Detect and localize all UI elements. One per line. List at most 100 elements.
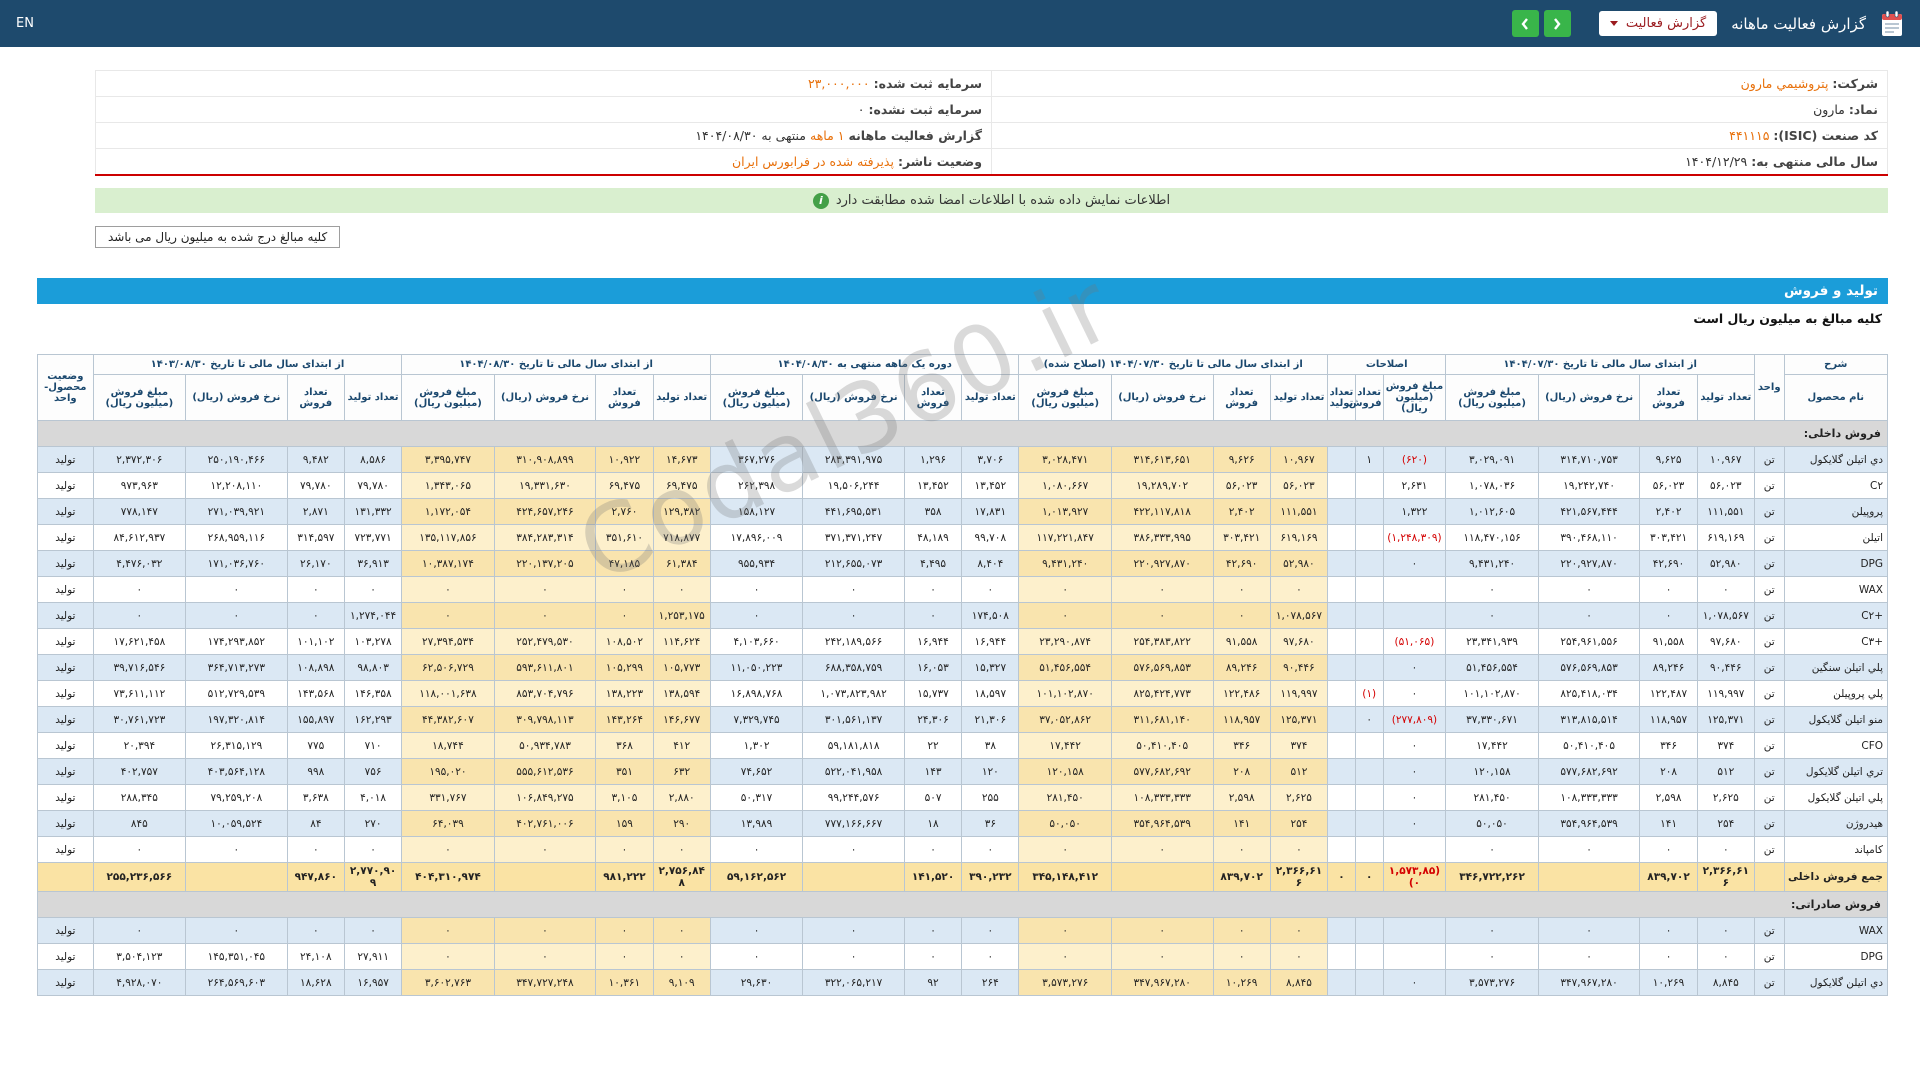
value-cell: ۱۴,۶۷۳ [652,446,711,473]
value-cell: ۰ [286,836,345,863]
product-name-header: نام محصول [1783,374,1889,421]
value-cell [1354,498,1384,525]
info-circle-icon: i [812,192,829,209]
column-subheader: نرخ فروش (ریال) [1537,374,1641,421]
column-subheader: تعداد تولید [652,374,711,421]
status-cell: تولید [37,732,94,759]
value-cell: ۰ [1269,917,1329,944]
table-row: WAX تن ۰ ۰ ۰ ۰ ۰ ۰ ۰ ۰ ۰ ۰ ۰ ۰ ۰ ۰ ۰ ۰ ۰ ۰ ۰ ۰ تولید [37,576,1889,603]
product-name-cell: هيدروژن [1783,810,1889,837]
value-cell: ۰ [493,576,597,603]
unit-cell: تن [1753,784,1785,811]
value-cell: ۹۲ [903,969,963,996]
language-toggle[interactable]: EN [16,16,34,31]
value-cell: ۱,۳۰۲ [709,732,804,759]
value-cell: ۲۶۲,۳۹۸ [709,472,804,499]
table-row: اتيلن تن ۶۱۹,۱۶۹ ۳۰۳,۴۲۱ ۳۹۰,۴۶۸,۱۱۰ ۱۱۸,۴۷۰,… [37,524,1889,551]
value-cell: ۳۶۷,۲۷۶ [709,446,804,473]
value-cell: ۱۰۱,۱۰۲ [286,628,345,655]
value-cell: ۰ [493,836,597,863]
value-cell: ۱۶,۹۴۴ [961,628,1020,655]
value-cell [1327,969,1356,996]
company-info-table: شرکت: پتروشيمي مارون سرمایه ثبت شده: ۲۳,۰… [95,70,1888,176]
value-cell: ۰ [1537,602,1641,629]
company-info-body: شرکت: پتروشيمي مارون سرمایه ثبت شده: ۲۳,۰… [95,70,1888,176]
value-cell: ۳۵۱,۶۱۰ [595,524,654,551]
value-cell: ۲۷,۳۹۴,۵۳۴ [401,628,495,655]
value-cell: ۵۵۵,۶۱۲,۵۳۶ [493,758,597,785]
report-type-label: گزارش فعالیت [1625,16,1707,31]
value-cell: ۰ [1382,758,1447,785]
value-cell: ۰ [1537,917,1641,944]
value-cell: ۰ [652,943,711,970]
value-cell: ۳۴۶ [1639,732,1698,759]
chevron-left-icon [1521,17,1529,30]
value-cell: ۳,۱۰۵ [595,784,654,811]
value-cell: ۰ [1696,917,1755,944]
value-cell: ۱,۱۷۲,۰۵۴ [401,498,495,525]
value-cell [1327,680,1356,707]
value-cell: ۴۰۲,۷۶۱,۰۰۶ [493,810,597,837]
next-period-button[interactable] [1543,10,1571,37]
value-cell: ۳۷,۰۵۲,۸۶۲ [1018,706,1112,733]
value-cell: ۴,۱۰۳,۶۶۰ [709,628,804,655]
section-row: فروش داخلی: [37,420,1888,447]
value-cell: ۱,۰۷۸,۵۶۷ [1696,602,1755,629]
value-cell: ۳۵۴,۹۶۴,۵۳۹ [1537,810,1641,837]
report-type-select[interactable]: گزارش فعالیت [1598,11,1718,36]
value-cell: ۵۲,۹۸۰ [1269,550,1329,577]
product-name-cell: دي اتيلن گلايکول [1783,446,1889,473]
value-cell: ۶۱۹,۱۶۹ [1269,524,1329,551]
value-cell: ۳,۰۲۸,۴۷۱ [1018,446,1112,473]
value-cell: ۰ [1445,943,1539,970]
value-cell: ۲۶,۳۱۵,۱۲۹ [185,732,288,759]
value-cell: ۳۷۴ [1269,732,1329,759]
table-row: دي اتيلن گلايکول تن ۸,۸۴۵ ۱۰,۲۶۹ ۳۴۷,۹۶۷,۲۸۰… [37,969,1889,996]
value-cell: ۱۱,۰۵۰,۲۲۳ [709,654,804,681]
company-info-row: سال مالی منتهی به: ۱۴۰۴/۱۲/۲۹ وضعیت ناشر:… [95,148,1888,176]
value-cell: ۴۱۲ [652,732,711,759]
value-cell: ۵۷۷,۶۸۲,۶۹۲ [1110,758,1214,785]
value-cell: ۱۸ [903,810,963,837]
product-name-cell: پلي پروپيلن [1783,680,1889,707]
value-cell: ۰ [401,576,495,603]
value-cell: ۱۵,۳۲۷ [961,654,1020,681]
value-cell: ۰ [1537,576,1641,603]
value-cell: ۹,۱۰۹ [652,969,711,996]
info-cell: کد صنعت (ISIC): ۴۴۱۱۱۵ [991,122,1888,149]
status-cell: تولید [37,706,94,733]
info-cell: سرمایه ثبت نشده: ۰ [95,96,992,123]
value-cell: ۸,۸۴۵ [1269,969,1329,996]
column-subheader: تعداد تولید [343,374,403,421]
value-cell: ۰ [1018,836,1112,863]
table-row: پروپيلن تن ۱۱۱,۵۵۱ ۲,۴۰۲ ۴۲۱,۵۶۷,۴۴۴ ۱,۰۱۲,۶۰… [37,498,1889,525]
unit-cell: تن [1753,628,1785,655]
value-cell: ۶۹,۴۷۵ [595,472,654,499]
status-header: وضعیت محصول-واحد [37,354,94,421]
value-cell: ۰ [1445,576,1539,603]
info-cell: شرکت: پتروشيمي مارون [991,70,1888,97]
value-cell [802,862,905,892]
value-cell: ۲۵۴,۳۸۳,۸۲۲ [1110,628,1214,655]
prev-period-button[interactable] [1511,10,1539,37]
group-header: از ابتدای سال مالی تا تاریخ ۱۴۰۴/۰۸/۳۰ [401,354,711,375]
value-cell: ۰ [401,943,495,970]
value-cell: ۲,۳۶۶,۶۱۶ [1269,862,1329,892]
value-cell: ۰ [1269,836,1329,863]
value-cell: ۳۰۹,۷۹۸,۱۱۳ [493,706,597,733]
value-cell: ۳۱۴,۵۹۷ [286,524,345,551]
value-cell: ۱۳۵,۱۱۷,۸۵۶ [401,524,495,551]
value-cell: ۹۹۸ [286,758,345,785]
value-cell: ۲۹۰ [652,810,711,837]
value-cell: ۵۰,۴۱۰,۴۰۵ [1537,732,1641,759]
unit-cell: تن [1753,446,1785,473]
value-cell: ۰ [1354,862,1384,892]
value-cell: ۲۴,۱۰۸ [286,943,345,970]
group-header: از ابتدای سال مالی تا تاریخ ۱۴۰۴/۰۷/۳۰ [1445,354,1755,375]
unit-cell: تن [1753,810,1785,837]
value-cell: ۰ [1382,810,1447,837]
value-cell: ۲,۳۷۲,۳۰۶ [92,446,187,473]
unit-cell: تن [1753,836,1785,863]
value-cell: ۳,۰۲۹,۰۹۱ [1445,446,1539,473]
value-cell: ۱۵۸,۱۲۷ [709,498,804,525]
